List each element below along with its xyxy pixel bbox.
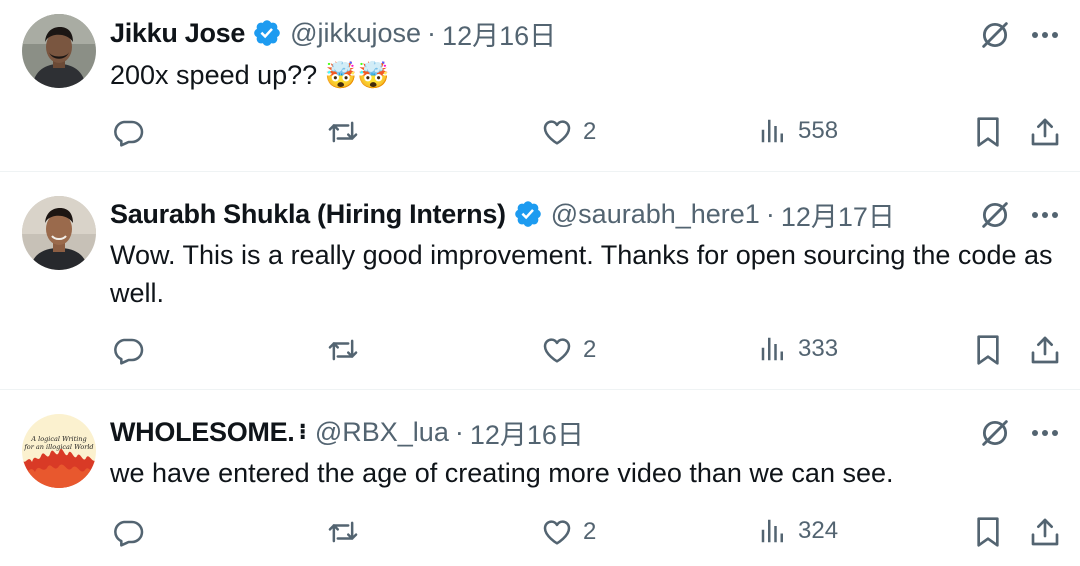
views-button[interactable]: 324 — [758, 516, 838, 546]
more-icon[interactable] — [1028, 198, 1062, 232]
author-handle[interactable]: @RBX_lua — [315, 417, 449, 448]
view-count: 333 — [798, 335, 839, 362]
tweet-text: Wow. This is a really good improvement. … — [110, 236, 1065, 312]
more-icon[interactable] — [1028, 18, 1062, 52]
share-button[interactable] — [1026, 332, 1064, 368]
avatar[interactable] — [22, 14, 96, 88]
separator-dot: · — [765, 198, 775, 229]
bookmark-icon — [974, 116, 1002, 148]
tweet-date[interactable]: 12月17日 — [781, 195, 895, 234]
grok-icon[interactable] — [976, 414, 1014, 452]
share-icon — [1029, 334, 1061, 366]
like-button[interactable]: 2 — [541, 116, 596, 148]
views-icon — [758, 516, 788, 546]
views-icon — [758, 116, 788, 146]
share-button[interactable] — [1026, 114, 1064, 150]
like-icon — [541, 116, 573, 148]
tweet-date[interactable]: 12月16日 — [442, 14, 556, 53]
like-count: 2 — [583, 336, 597, 363]
more-icon[interactable] — [1028, 416, 1062, 450]
tweet-header: Jikku Jose @jikkujose · 12月16日 — [110, 13, 556, 53]
like-icon — [541, 334, 573, 366]
author-name[interactable]: Saurabh Shukla (Hiring Interns) — [110, 199, 506, 230]
author-handle[interactable]: @saurabh_here1 — [551, 199, 760, 230]
grok-icon[interactable] — [976, 16, 1014, 54]
avatar[interactable]: A logical Writing for an illogical World — [22, 414, 96, 488]
separator-dot: · — [454, 416, 464, 447]
repost-button[interactable] — [326, 116, 370, 148]
verified-badge-icon — [513, 199, 543, 229]
bookmark-icon — [974, 516, 1002, 548]
views-icon — [758, 334, 788, 364]
share-icon — [1029, 516, 1061, 548]
tweet-date[interactable]: 12月16日 — [470, 413, 584, 452]
author-name[interactable]: Jikku Jose — [110, 18, 245, 49]
bookmark-button[interactable] — [970, 332, 1006, 368]
author-handle[interactable]: @jikkujose — [290, 18, 421, 49]
separator-dot: · — [427, 17, 437, 48]
emoji: 🤯🤯 — [324, 60, 390, 90]
like-icon — [541, 516, 573, 548]
tweet-text-body: we have entered the age of creating more… — [110, 458, 894, 488]
verified-badge-icon — [252, 18, 282, 48]
tweet[interactable]: Jikku Jose @jikkujose · 12月16日 200x spee… — [0, 0, 1080, 172]
bookmark-button[interactable] — [970, 114, 1006, 150]
like-button[interactable]: 2 — [541, 334, 596, 366]
avatar-text: A logical Writing for an illogical World — [23, 435, 93, 451]
reply-button[interactable] — [112, 516, 154, 548]
reply-icon — [112, 516, 144, 548]
share-button[interactable] — [1026, 514, 1064, 550]
avatar[interactable] — [22, 196, 96, 270]
share-icon — [1029, 116, 1061, 148]
avatar-text-line: for an illogical World — [23, 443, 93, 451]
reply-icon — [112, 116, 144, 148]
repost-icon — [326, 116, 360, 148]
tweet-header: Saurabh Shukla (Hiring Interns) @saurabh… — [110, 194, 895, 234]
tweet[interactable]: Saurabh Shukla (Hiring Interns) @saurabh… — [0, 172, 1080, 390]
reply-button[interactable] — [112, 116, 154, 148]
like-count: 2 — [583, 518, 597, 545]
avatar-text-line: A logical Writing — [30, 435, 86, 443]
reply-icon — [112, 334, 144, 366]
views-button[interactable]: 558 — [758, 116, 838, 146]
grok-icon[interactable] — [976, 196, 1014, 234]
tweet-text-body: Wow. This is a really good improvement. … — [110, 240, 1053, 308]
author-name[interactable]: WHOLESOME. — [110, 417, 295, 448]
views-button[interactable]: 333 — [758, 334, 838, 364]
bookmark-button[interactable] — [970, 514, 1006, 550]
repost-button[interactable] — [326, 334, 370, 366]
repost-button[interactable] — [326, 516, 370, 548]
repost-icon — [326, 516, 360, 548]
view-count: 324 — [798, 517, 839, 544]
tweet[interactable]: A logical Writing for an illogical World … — [0, 390, 1080, 566]
reply-button[interactable] — [112, 334, 154, 366]
tweet-text-body: 200x speed up?? — [110, 60, 318, 90]
like-count: 2 — [583, 118, 597, 145]
tweet-text: we have entered the age of creating more… — [110, 454, 1065, 492]
view-count: 558 — [798, 117, 839, 144]
tweet-text: 200x speed up?? 🤯🤯 — [110, 56, 1065, 94]
tweet-header: WHOLESOME. ⁝ @RBX_lua · 12月16日 — [110, 412, 584, 452]
repost-icon — [326, 334, 360, 366]
bookmark-icon — [974, 334, 1002, 366]
like-button[interactable]: 2 — [541, 516, 596, 548]
name-emoji: ⁝ — [298, 419, 307, 444]
